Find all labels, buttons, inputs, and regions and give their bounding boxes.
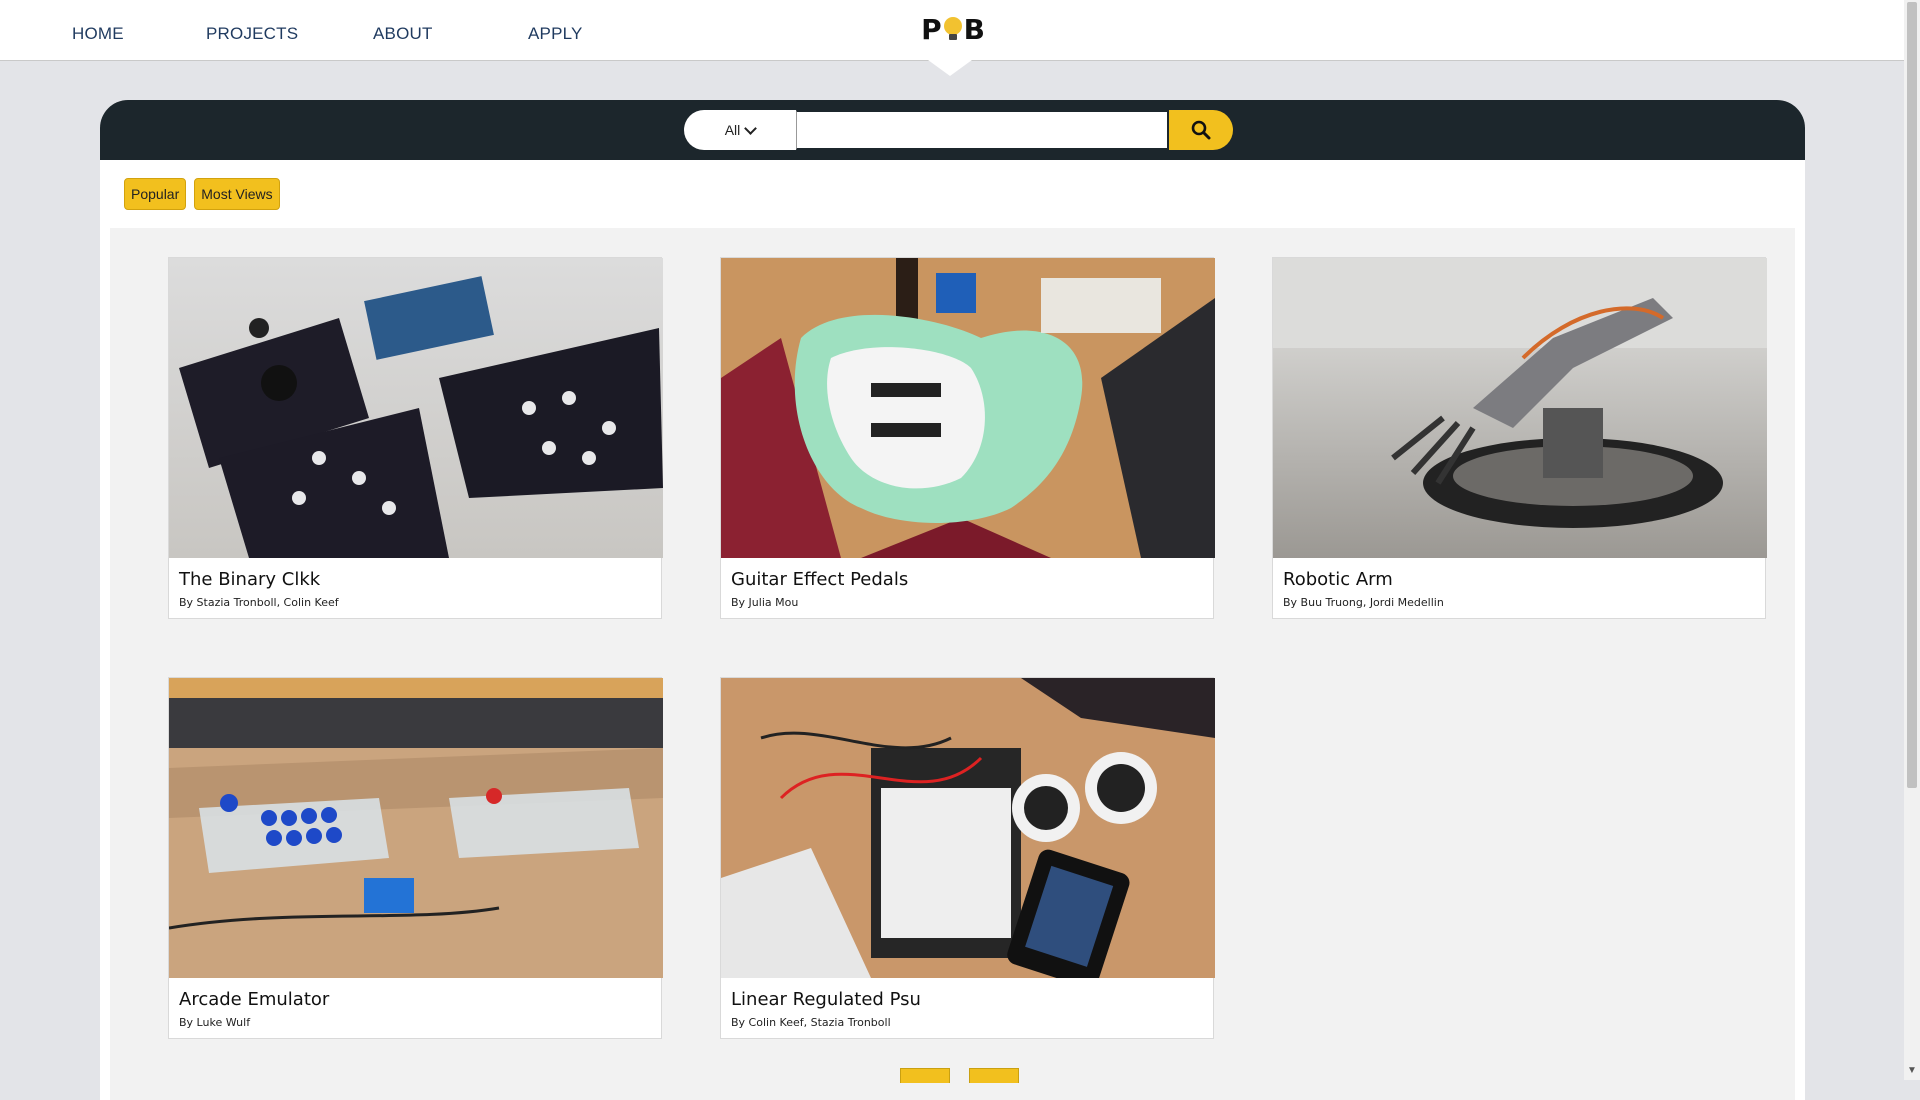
project-card[interactable]: Linear Regulated Psu By Colin Keef, Staz…	[720, 677, 1215, 1039]
project-authors: By Colin Keef, Stazia Tronboll	[731, 1016, 891, 1029]
search-band: All	[100, 100, 1805, 160]
chevron-down-icon	[744, 121, 758, 135]
page-scrollbar[interactable]: ▼	[1904, 0, 1920, 1080]
nav-about-link[interactable]: ABOUT	[373, 24, 433, 44]
category-select[interactable]: All	[684, 110, 796, 150]
logo-letter-p: P	[921, 12, 942, 46]
search-input[interactable]	[796, 110, 1169, 150]
project-photo	[169, 258, 663, 558]
logo-letter-b: B	[963, 12, 985, 46]
project-grid: The Binary Clkk By Stazia Tronboll, Coli…	[110, 228, 1795, 1100]
scroll-down-arrow-icon[interactable]: ▼	[1907, 1066, 1917, 1076]
project-card[interactable]: Guitar Effect Pedals By Julia Mou	[720, 257, 1215, 619]
pagination-prev-button[interactable]	[900, 1068, 950, 1083]
lightbulb-icon	[943, 17, 962, 41]
project-title: Robotic Arm	[1283, 569, 1393, 590]
project-card[interactable]: The Binary Clkk By Stazia Tronboll, Coli…	[168, 257, 663, 619]
popular-filter-button[interactable]: Popular	[124, 178, 187, 210]
project-title: Arcade Emulator	[179, 989, 330, 1010]
project-photo	[169, 678, 663, 978]
project-authors: By Julia Mou	[731, 596, 799, 609]
main-panel: All Popular Most Views The Binary Clkk B…	[100, 100, 1805, 1100]
site-logo[interactable]: P B	[918, 12, 988, 46]
project-authors: By Buu Truong, Jordi Medellin	[1283, 596, 1444, 609]
scrollbar-thumb[interactable]	[1907, 2, 1917, 788]
search-group: All	[684, 110, 1233, 150]
project-photo	[1273, 258, 1767, 558]
nav-projects-link[interactable]: PROJECTS	[206, 24, 298, 44]
project-photo	[721, 678, 1215, 978]
pagination-next-button[interactable]	[969, 1068, 1019, 1083]
project-title: The Binary Clkk	[179, 569, 321, 590]
project-title: Guitar Effect Pedals	[731, 569, 909, 590]
project-title: Linear Regulated Psu	[731, 989, 921, 1010]
project-card[interactable]: Arcade Emulator By Luke Wulf	[168, 677, 663, 1039]
search-icon	[1191, 120, 1211, 140]
nav-apply-link[interactable]: APPLY	[528, 24, 583, 44]
filter-buttons: Popular Most Views	[124, 178, 280, 210]
project-card[interactable]: Robotic Arm By Buu Truong, Jordi Medelli…	[1272, 257, 1767, 619]
project-authors: By Stazia Tronboll, Colin Keef	[179, 596, 339, 609]
nav-home-link[interactable]: HOME	[72, 24, 124, 44]
category-select-value: All	[724, 122, 741, 138]
logo-notch	[928, 60, 972, 76]
search-button[interactable]	[1169, 110, 1233, 150]
top-navigation: HOME PROJECTS ABOUT APPLY P B	[0, 0, 1904, 61]
project-authors: By Luke Wulf	[179, 1016, 251, 1029]
project-photo	[721, 258, 1215, 558]
most-views-filter-button[interactable]: Most Views	[194, 178, 280, 210]
